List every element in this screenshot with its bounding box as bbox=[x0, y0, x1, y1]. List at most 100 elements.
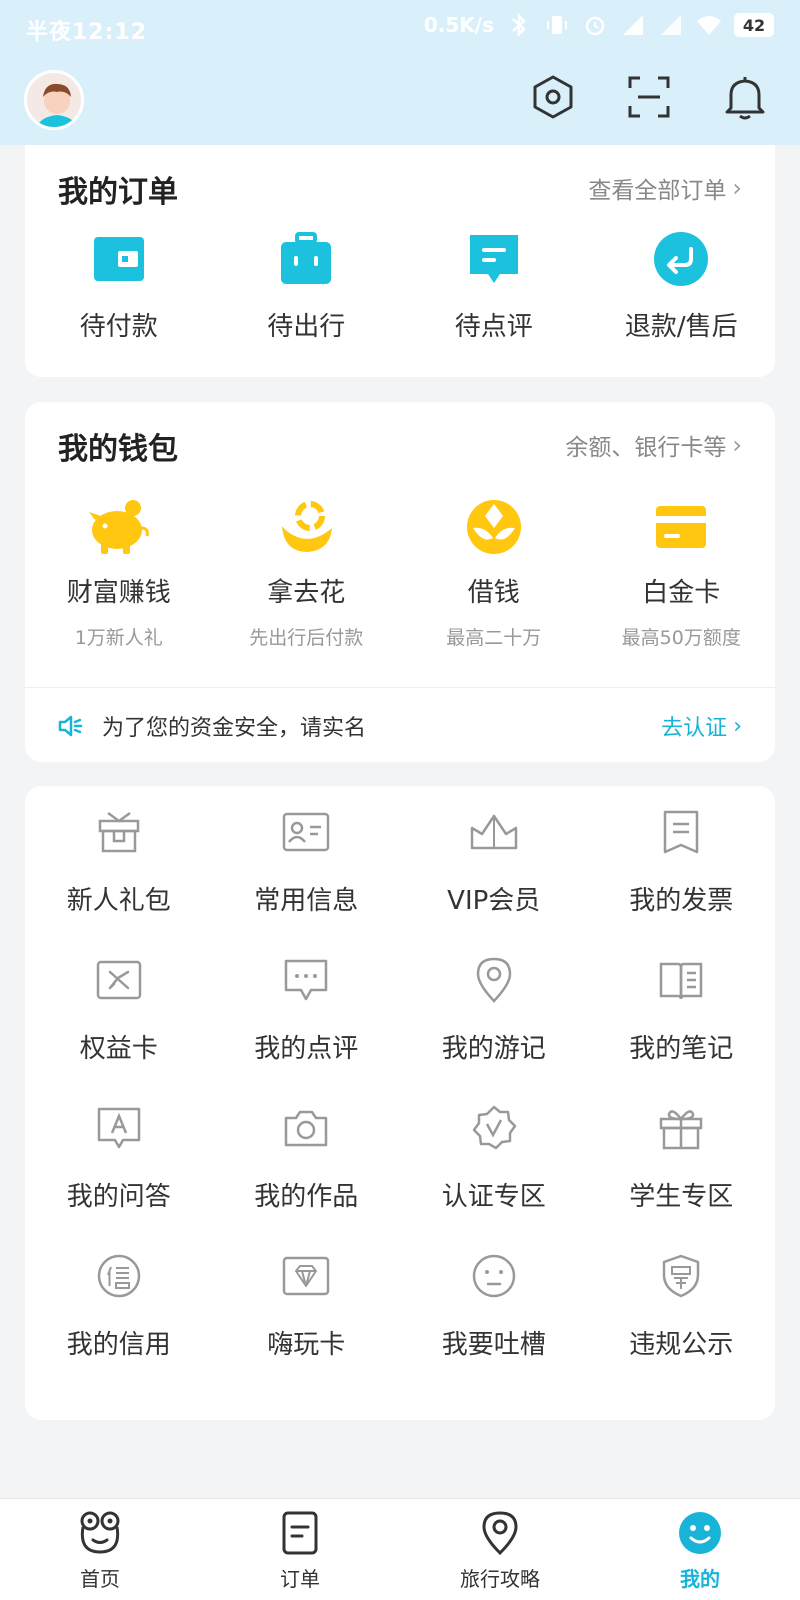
chat-bubble-icon bbox=[280, 954, 332, 1006]
avatar[interactable] bbox=[24, 70, 84, 130]
network-speed: 0.5K/s bbox=[423, 13, 494, 37]
card-icon bbox=[648, 494, 714, 560]
credit-icon bbox=[93, 1250, 145, 1302]
diamond-card-icon bbox=[280, 1250, 332, 1302]
service-label: 我的游记 bbox=[441, 1034, 546, 1064]
crown-icon bbox=[468, 806, 520, 858]
speaker-icon bbox=[58, 711, 88, 741]
face-icon bbox=[468, 1250, 520, 1302]
vibrate-icon bbox=[544, 12, 570, 38]
verify-link[interactable]: 去认证 › bbox=[661, 710, 742, 742]
order-label: 待出行 bbox=[267, 312, 346, 342]
wifi-icon bbox=[696, 12, 722, 38]
view-all-orders-label: 查看全部订单 bbox=[588, 178, 727, 204]
tab-travel-guide[interactable]: 旅行攻略 bbox=[400, 1499, 600, 1600]
wallet-item-label: 财富赚钱 bbox=[66, 578, 171, 608]
refund-icon bbox=[652, 230, 710, 288]
service-newbie-gift[interactable]: 新人礼包 bbox=[25, 806, 213, 917]
service-label: 我要吐槽 bbox=[441, 1330, 546, 1360]
header-actions bbox=[528, 72, 770, 122]
service-certification[interactable]: 认证专区 bbox=[400, 1102, 588, 1213]
tab-label: 订单 bbox=[280, 1567, 320, 1591]
view-all-orders-link[interactable]: 查看全部订单 › bbox=[588, 171, 742, 205]
order-pending-travel[interactable]: 待出行 bbox=[213, 230, 401, 343]
bottom-tab-bar: 首页 订单 旅行攻略 我的 bbox=[0, 1498, 800, 1600]
status-time: 半夜12:12 bbox=[26, 20, 148, 45]
service-label: 新人礼包 bbox=[66, 886, 171, 916]
service-label: 我的作品 bbox=[254, 1182, 359, 1212]
service-vip[interactable]: VIP会员 bbox=[400, 806, 588, 917]
wallet-items-row: 财富赚钱 1万新人礼 拿去花 先出行后付款 借钱 最高二十万 白金卡 最高50万… bbox=[25, 494, 775, 650]
order-pending-payment[interactable]: 待付款 bbox=[25, 230, 213, 343]
profile-icon bbox=[676, 1509, 724, 1557]
order-pending-review[interactable]: 待点评 bbox=[400, 230, 588, 343]
verification-notice[interactable]: 为了您的资金安全，请实名 去认证 › bbox=[58, 702, 742, 750]
service-qa[interactable]: 我的问答 bbox=[25, 1102, 213, 1213]
service-student[interactable]: 学生专区 bbox=[588, 1102, 776, 1213]
service-notes[interactable]: 我的笔记 bbox=[588, 954, 776, 1065]
status-bar: 半夜12:12 0.5K/s 42 bbox=[0, 0, 800, 56]
order-label: 待付款 bbox=[79, 312, 158, 342]
service-my-reviews[interactable]: 我的点评 bbox=[213, 954, 401, 1065]
qa-icon bbox=[93, 1102, 145, 1154]
top-header: 半夜12:12 0.5K/s 42 bbox=[0, 0, 800, 145]
wallet-item-label: 拿去花 bbox=[267, 578, 346, 608]
verified-badge-icon bbox=[468, 1102, 520, 1154]
shield-penalty-icon bbox=[655, 1250, 707, 1302]
tab-label: 首页 bbox=[80, 1567, 120, 1591]
wallet-item-sub: 先出行后付款 bbox=[249, 627, 364, 649]
gift-box-icon bbox=[93, 806, 145, 858]
tab-label: 旅行攻略 bbox=[460, 1567, 540, 1591]
suitcase-icon bbox=[277, 230, 335, 288]
service-complaint[interactable]: 我要吐槽 bbox=[400, 1250, 588, 1361]
service-label: 违规公示 bbox=[629, 1330, 734, 1360]
service-label: 权益卡 bbox=[79, 1034, 158, 1064]
wallet-item-wealth[interactable]: 财富赚钱 1万新人礼 bbox=[25, 494, 213, 650]
tab-label: 我的 bbox=[680, 1567, 720, 1591]
tab-profile[interactable]: 我的 bbox=[600, 1499, 800, 1600]
order-refund[interactable]: 退款/售后 bbox=[588, 230, 776, 343]
smile-coin-icon bbox=[273, 494, 339, 560]
tab-orders[interactable]: 订单 bbox=[200, 1499, 400, 1600]
service-label: 我的笔记 bbox=[629, 1034, 734, 1064]
home-frog-icon bbox=[76, 1509, 124, 1557]
chevron-right-icon: › bbox=[733, 713, 742, 739]
battery-level: 42 bbox=[734, 13, 774, 37]
wallet-item-label: 借钱 bbox=[467, 578, 520, 608]
orders-title: 我的订单 bbox=[58, 175, 178, 210]
service-travelogue[interactable]: 我的游记 bbox=[400, 954, 588, 1065]
scan-icon[interactable] bbox=[624, 72, 674, 122]
plane-card-icon bbox=[93, 954, 145, 1006]
notebook-icon bbox=[655, 954, 707, 1006]
service-label: 我的问答 bbox=[66, 1182, 171, 1212]
camera-icon bbox=[280, 1102, 332, 1154]
order-status-row: 待付款 待出行 待点评 退款/售后 bbox=[25, 230, 775, 343]
service-benefit-card[interactable]: 权益卡 bbox=[25, 954, 213, 1065]
service-credit[interactable]: 我的信用 bbox=[25, 1250, 213, 1361]
service-violation-notice[interactable]: 违规公示 bbox=[588, 1250, 776, 1361]
wallet-details-link[interactable]: 余额、银行卡等 › bbox=[565, 428, 742, 462]
settings-icon[interactable] bbox=[528, 72, 578, 122]
wallet-item-naquhua[interactable]: 拿去花 先出行后付款 bbox=[213, 494, 401, 650]
service-works[interactable]: 我的作品 bbox=[213, 1102, 401, 1213]
service-label: 我的发票 bbox=[629, 886, 734, 916]
notice-text: 为了您的资金安全，请实名 bbox=[102, 716, 367, 741]
services-row-4: 我的信用 嗨玩卡 我要吐槽 违规公示 bbox=[25, 1250, 775, 1361]
yuan-coin-icon bbox=[461, 494, 527, 560]
wallet-item-label: 白金卡 bbox=[642, 578, 721, 608]
service-label: 嗨玩卡 bbox=[267, 1330, 346, 1360]
wallet-item-platinum-card[interactable]: 白金卡 最高50万额度 bbox=[588, 494, 776, 650]
service-invoice[interactable]: 我的发票 bbox=[588, 806, 776, 917]
service-hiplay-card[interactable]: 嗨玩卡 bbox=[213, 1250, 401, 1361]
service-common-info[interactable]: 常用信息 bbox=[213, 806, 401, 917]
bluetooth-icon bbox=[506, 12, 532, 38]
service-label: VIP会员 bbox=[447, 886, 541, 916]
bell-icon[interactable] bbox=[720, 72, 770, 122]
orders-card: 我的订单 查看全部订单 › 待付款 待出行 待点评 退款/售后 bbox=[25, 145, 775, 377]
tab-home[interactable]: 首页 bbox=[0, 1499, 200, 1600]
wallet-item-sub: 最高二十万 bbox=[446, 627, 542, 649]
wallet-title: 我的钱包 bbox=[58, 432, 178, 467]
present-icon bbox=[655, 1102, 707, 1154]
invoice-icon bbox=[655, 806, 707, 858]
wallet-item-borrow[interactable]: 借钱 最高二十万 bbox=[400, 494, 588, 650]
